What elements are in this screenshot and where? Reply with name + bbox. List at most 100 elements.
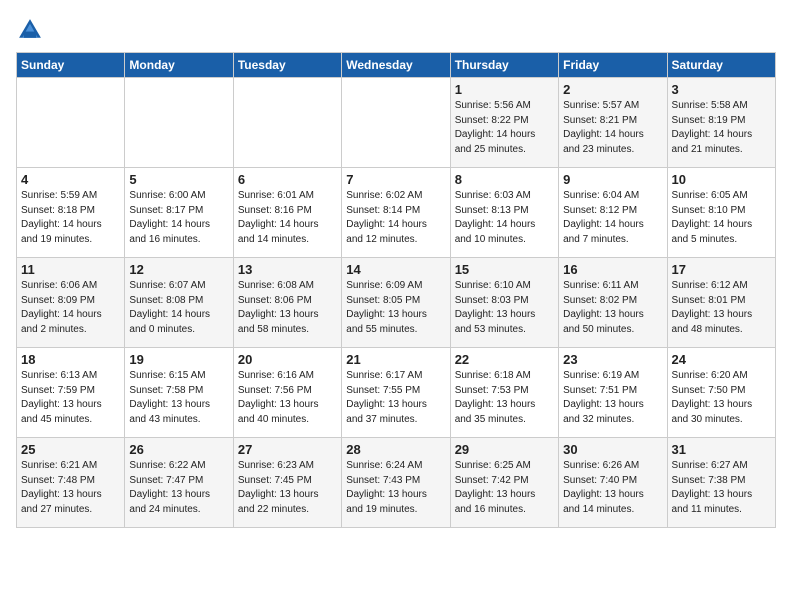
day-number: 11 <box>21 262 120 277</box>
day-info: Sunrise: 6:00 AMSunset: 8:17 PMDaylight:… <box>129 189 228 247</box>
day-info: Sunrise: 6:12 AMSunset: 8:01 PMDaylight:… <box>672 279 771 337</box>
day-info: Sunrise: 6:25 AMSunset: 7:42 PMDaylight:… <box>455 459 554 517</box>
day-number: 23 <box>563 352 662 367</box>
calendar-week-1: 1 Sunrise: 5:56 AMSunset: 8:22 PMDaylight… <box>17 78 776 168</box>
weekday-header-tuesday: Tuesday <box>233 53 341 78</box>
day-number: 13 <box>238 262 337 277</box>
day-number: 4 <box>21 172 120 187</box>
day-info: Sunrise: 6:06 AMSunset: 8:09 PMDaylight:… <box>21 279 120 337</box>
calendar-cell: 23 Sunrise: 6:19 AMSunset: 7:51 PMDayligh… <box>559 348 667 438</box>
calendar-cell: 11 Sunrise: 6:06 AMSunset: 8:09 PMDayligh… <box>17 258 125 348</box>
day-number: 16 <box>563 262 662 277</box>
calendar-cell: 18 Sunrise: 6:13 AMSunset: 7:59 PMDayligh… <box>17 348 125 438</box>
calendar-cell: 2 Sunrise: 5:57 AMSunset: 8:21 PMDaylight… <box>559 78 667 168</box>
day-number: 2 <box>563 82 662 97</box>
day-info: Sunrise: 5:56 AMSunset: 8:22 PMDaylight:… <box>455 99 554 157</box>
day-number: 30 <box>563 442 662 457</box>
day-number: 26 <box>129 442 228 457</box>
page-header <box>16 16 776 44</box>
day-number: 25 <box>21 442 120 457</box>
day-info: Sunrise: 6:13 AMSunset: 7:59 PMDaylight:… <box>21 369 120 427</box>
calendar-cell: 5 Sunrise: 6:00 AMSunset: 8:17 PMDaylight… <box>125 168 233 258</box>
calendar-cell: 17 Sunrise: 6:12 AMSunset: 8:01 PMDayligh… <box>667 258 775 348</box>
day-number: 20 <box>238 352 337 367</box>
day-info: Sunrise: 6:22 AMSunset: 7:47 PMDaylight:… <box>129 459 228 517</box>
day-number: 24 <box>672 352 771 367</box>
calendar-cell: 24 Sunrise: 6:20 AMSunset: 7:50 PMDayligh… <box>667 348 775 438</box>
day-info: Sunrise: 6:07 AMSunset: 8:08 PMDaylight:… <box>129 279 228 337</box>
calendar-cell: 28 Sunrise: 6:24 AMSunset: 7:43 PMDayligh… <box>342 438 450 528</box>
weekday-header-wednesday: Wednesday <box>342 53 450 78</box>
day-info: Sunrise: 6:24 AMSunset: 7:43 PMDaylight:… <box>346 459 445 517</box>
day-info: Sunrise: 6:17 AMSunset: 7:55 PMDaylight:… <box>346 369 445 427</box>
day-number: 5 <box>129 172 228 187</box>
day-info: Sunrise: 6:11 AMSunset: 8:02 PMDaylight:… <box>563 279 662 337</box>
day-number: 31 <box>672 442 771 457</box>
calendar-cell <box>342 78 450 168</box>
calendar-body: 1 Sunrise: 5:56 AMSunset: 8:22 PMDaylight… <box>17 78 776 528</box>
calendar-cell: 7Sunrise: 6:02 AMSunset: 8:14 PMDaylight… <box>342 168 450 258</box>
day-number: 9 <box>563 172 662 187</box>
day-number: 19 <box>129 352 228 367</box>
day-number: 17 <box>672 262 771 277</box>
calendar-header: SundayMondayTuesdayWednesdayThursdayFrid… <box>17 53 776 78</box>
calendar-cell: 13 Sunrise: 6:08 AMSunset: 8:06 PMDayligh… <box>233 258 341 348</box>
calendar-cell: 9 Sunrise: 6:04 AMSunset: 8:12 PMDaylight… <box>559 168 667 258</box>
day-info: Sunrise: 6:10 AMSunset: 8:03 PMDaylight:… <box>455 279 554 337</box>
weekday-header-thursday: Thursday <box>450 53 558 78</box>
weekday-header-monday: Monday <box>125 53 233 78</box>
day-number: 18 <box>21 352 120 367</box>
calendar-week-3: 11 Sunrise: 6:06 AMSunset: 8:09 PMDayligh… <box>17 258 776 348</box>
day-info: Sunrise: 6:03 AMSunset: 8:13 PMDaylight:… <box>455 189 554 247</box>
day-info: Sunrise: 6:19 AMSunset: 7:51 PMDaylight:… <box>563 369 662 427</box>
weekday-header-sunday: Sunday <box>17 53 125 78</box>
calendar-cell: 4 Sunrise: 5:59 AMSunset: 8:18 PMDaylight… <box>17 168 125 258</box>
day-info: Sunrise: 6:15 AMSunset: 7:58 PMDaylight:… <box>129 369 228 427</box>
weekday-header-friday: Friday <box>559 53 667 78</box>
day-info: Sunrise: 5:59 AMSunset: 8:18 PMDaylight:… <box>21 189 120 247</box>
calendar-cell: 16 Sunrise: 6:11 AMSunset: 8:02 PMDayligh… <box>559 258 667 348</box>
day-info: Sunrise: 6:20 AMSunset: 7:50 PMDaylight:… <box>672 369 771 427</box>
calendar-table: SundayMondayTuesdayWednesdayThursdayFrid… <box>16 52 776 528</box>
calendar-cell: 1 Sunrise: 5:56 AMSunset: 8:22 PMDaylight… <box>450 78 558 168</box>
calendar-cell <box>125 78 233 168</box>
day-number: 27 <box>238 442 337 457</box>
calendar-cell: 3Sunrise: 5:58 AMSunset: 8:19 PMDaylight… <box>667 78 775 168</box>
calendar-cell <box>17 78 125 168</box>
day-number: 10 <box>672 172 771 187</box>
day-info: Sunrise: 5:58 AMSunset: 8:19 PMDaylight:… <box>672 99 771 157</box>
calendar-week-4: 18 Sunrise: 6:13 AMSunset: 7:59 PMDayligh… <box>17 348 776 438</box>
calendar-cell: 10 Sunrise: 6:05 AMSunset: 8:10 PMDayligh… <box>667 168 775 258</box>
calendar-cell: 29Sunrise: 6:25 AMSunset: 7:42 PMDayligh… <box>450 438 558 528</box>
day-number: 22 <box>455 352 554 367</box>
day-info: Sunrise: 6:21 AMSunset: 7:48 PMDaylight:… <box>21 459 120 517</box>
day-info: Sunrise: 6:08 AMSunset: 8:06 PMDaylight:… <box>238 279 337 337</box>
day-number: 28 <box>346 442 445 457</box>
calendar-cell <box>233 78 341 168</box>
calendar-cell: 30 Sunrise: 6:26 AMSunset: 7:40 PMDayligh… <box>559 438 667 528</box>
day-info: Sunrise: 5:57 AMSunset: 8:21 PMDaylight:… <box>563 99 662 157</box>
day-info: Sunrise: 6:04 AMSunset: 8:12 PMDaylight:… <box>563 189 662 247</box>
logo <box>16 16 48 44</box>
calendar-week-2: 4 Sunrise: 5:59 AMSunset: 8:18 PMDaylight… <box>17 168 776 258</box>
calendar-cell: 19 Sunrise: 6:15 AMSunset: 7:58 PMDayligh… <box>125 348 233 438</box>
day-info: Sunrise: 6:01 AMSunset: 8:16 PMDaylight:… <box>238 189 337 247</box>
calendar-cell: 21 Sunrise: 6:17 AMSunset: 7:55 PMDayligh… <box>342 348 450 438</box>
calendar-cell: 31Sunrise: 6:27 AMSunset: 7:38 PMDayligh… <box>667 438 775 528</box>
calendar-cell: 6Sunrise: 6:01 AMSunset: 8:16 PMDaylight… <box>233 168 341 258</box>
day-info: Sunrise: 6:05 AMSunset: 8:10 PMDaylight:… <box>672 189 771 247</box>
day-number: 8 <box>455 172 554 187</box>
day-info: Sunrise: 6:26 AMSunset: 7:40 PMDaylight:… <box>563 459 662 517</box>
day-info: Sunrise: 6:02 AMSunset: 8:14 PMDaylight:… <box>346 189 445 247</box>
day-number: 1 <box>455 82 554 97</box>
calendar-week-5: 25 Sunrise: 6:21 AMSunset: 7:48 PMDayligh… <box>17 438 776 528</box>
day-info: Sunrise: 6:23 AMSunset: 7:45 PMDaylight:… <box>238 459 337 517</box>
calendar-cell: 12Sunrise: 6:07 AMSunset: 8:08 PMDayligh… <box>125 258 233 348</box>
calendar-cell: 25 Sunrise: 6:21 AMSunset: 7:48 PMDayligh… <box>17 438 125 528</box>
calendar-cell: 27 Sunrise: 6:23 AMSunset: 7:45 PMDayligh… <box>233 438 341 528</box>
logo-icon <box>16 16 44 44</box>
day-info: Sunrise: 6:16 AMSunset: 7:56 PMDaylight:… <box>238 369 337 427</box>
calendar-cell: 14Sunrise: 6:09 AMSunset: 8:05 PMDayligh… <box>342 258 450 348</box>
day-number: 21 <box>346 352 445 367</box>
calendar-cell: 15Sunrise: 6:10 AMSunset: 8:03 PMDayligh… <box>450 258 558 348</box>
